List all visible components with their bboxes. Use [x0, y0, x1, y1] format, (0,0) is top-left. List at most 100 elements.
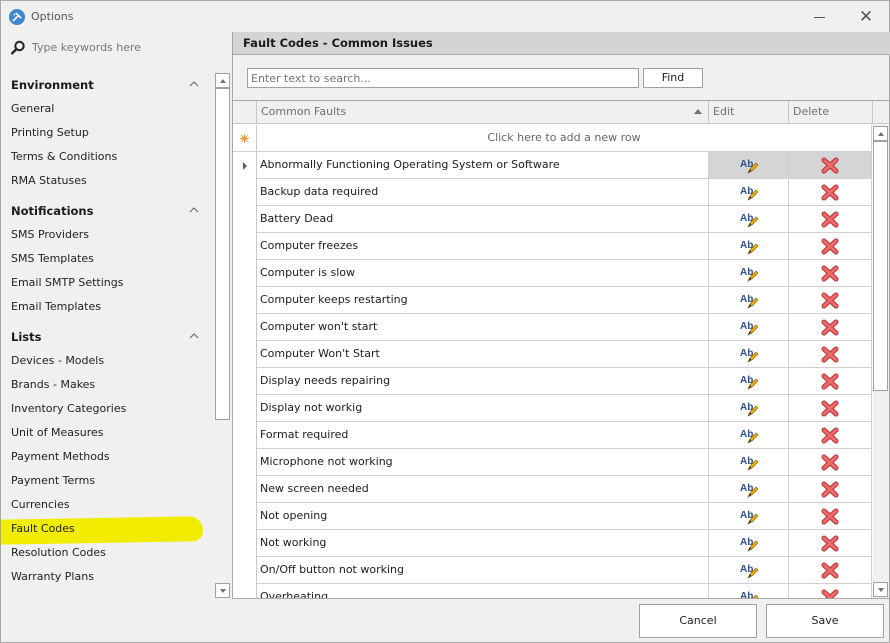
fault-name-cell[interactable]: Not working	[257, 530, 709, 557]
keyword-search[interactable]: Type keywords here	[10, 38, 210, 58]
nav-item-currencies[interactable]: Currencies	[1, 493, 211, 517]
delete-cell[interactable]	[789, 260, 872, 287]
delete-icon[interactable]	[821, 454, 839, 471]
nav-item-resolution-codes[interactable]: Resolution Codes	[1, 541, 211, 565]
new-row[interactable]: Click here to add a new row	[233, 125, 873, 152]
edit-icon[interactable]: Ab	[740, 589, 758, 598]
close-icon[interactable]: ✕	[856, 7, 876, 27]
edit-cell[interactable]: Ab	[709, 476, 789, 503]
delete-cell[interactable]	[789, 530, 872, 557]
table-row[interactable]: Abnormally Functioning Operating System …	[233, 152, 873, 179]
edit-cell[interactable]: Ab	[709, 530, 789, 557]
edit-cell[interactable]: Ab	[709, 341, 789, 368]
table-row[interactable]: Display needs repairing Ab	[233, 368, 873, 395]
edit-icon[interactable]: Ab	[740, 157, 758, 174]
nav-item-terms-conditions[interactable]: Terms & Conditions	[1, 145, 211, 169]
fault-name-cell[interactable]: Display not workig	[257, 395, 709, 422]
delete-cell[interactable]	[789, 503, 872, 530]
fault-name-cell[interactable]: Microphone not working	[257, 449, 709, 476]
fault-name-cell[interactable]: Computer won't start	[257, 314, 709, 341]
table-row[interactable]: New screen needed Ab	[233, 476, 873, 503]
delete-cell[interactable]	[789, 449, 872, 476]
delete-icon[interactable]	[821, 292, 839, 309]
edit-cell[interactable]: Ab	[709, 422, 789, 449]
delete-icon[interactable]	[821, 319, 839, 336]
delete-cell[interactable]	[789, 422, 872, 449]
table-row[interactable]: Display not workig Ab	[233, 395, 873, 422]
edit-icon[interactable]: Ab	[740, 346, 758, 363]
table-row[interactable]: Format required Ab	[233, 422, 873, 449]
edit-cell[interactable]: Ab	[709, 314, 789, 341]
table-row[interactable]: Computer won't start Ab	[233, 314, 873, 341]
edit-icon[interactable]: Ab	[740, 562, 758, 579]
edit-cell[interactable]: Ab	[709, 287, 789, 314]
table-row[interactable]: Microphone not working Ab	[233, 449, 873, 476]
chevron-up-icon[interactable]	[189, 205, 199, 215]
fault-name-cell[interactable]: On/Off button not working	[257, 557, 709, 584]
fault-name-cell[interactable]: Overheating	[257, 584, 709, 598]
fault-name-cell[interactable]: Backup data required	[257, 179, 709, 206]
scroll-down-button[interactable]	[215, 583, 230, 598]
delete-icon[interactable]	[821, 400, 839, 417]
scroll-thumb[interactable]	[873, 141, 888, 391]
nav-item-fault-codes[interactable]: Fault Codes	[1, 516, 211, 545]
scroll-down-button[interactable]	[873, 582, 888, 597]
nav-item-payment-methods[interactable]: Payment Methods	[1, 445, 211, 469]
edit-icon[interactable]: Ab	[740, 184, 758, 201]
nav-group-lists[interactable]: Lists	[1, 325, 211, 349]
delete-cell[interactable]	[789, 287, 872, 314]
table-row[interactable]: Computer keeps restarting Ab	[233, 287, 873, 314]
fault-name-cell[interactable]: Not opening	[257, 503, 709, 530]
edit-icon[interactable]: Ab	[740, 535, 758, 552]
delete-cell[interactable]	[789, 395, 872, 422]
delete-icon[interactable]	[821, 535, 839, 552]
sidebar-scrollbar[interactable]	[215, 73, 230, 599]
find-button[interactable]: Find	[643, 68, 703, 88]
edit-cell[interactable]: Ab	[709, 152, 789, 179]
delete-icon[interactable]	[821, 157, 839, 174]
column-header-delete[interactable]: Delete	[789, 101, 873, 124]
edit-cell[interactable]: Ab	[709, 233, 789, 260]
edit-cell[interactable]: Ab	[709, 503, 789, 530]
delete-cell[interactable]	[789, 557, 872, 584]
fault-name-cell[interactable]: Battery Dead	[257, 206, 709, 233]
edit-icon[interactable]: Ab	[740, 238, 758, 255]
table-row[interactable]: Computer is slow Ab	[233, 260, 873, 287]
delete-icon[interactable]	[821, 562, 839, 579]
nav-item-payment-terms[interactable]: Payment Terms	[1, 469, 211, 493]
delete-cell[interactable]	[789, 476, 872, 503]
delete-cell[interactable]	[789, 584, 872, 598]
fault-name-cell[interactable]: Display needs repairing	[257, 368, 709, 395]
chevron-up-icon[interactable]	[189, 331, 199, 341]
nav-group-notifications[interactable]: Notifications	[1, 199, 211, 223]
delete-cell[interactable]	[789, 314, 872, 341]
fault-name-cell[interactable]: Computer is slow	[257, 260, 709, 287]
table-row[interactable]: Computer Won't Start Ab	[233, 341, 873, 368]
table-row[interactable]: On/Off button not working Ab	[233, 557, 873, 584]
nav-group-environment[interactable]: Environment	[1, 73, 211, 97]
nav-item-sms-providers[interactable]: SMS Providers	[1, 223, 211, 247]
delete-icon[interactable]	[821, 265, 839, 282]
nav-item-printing-setup[interactable]: Printing Setup	[1, 121, 211, 145]
edit-cell[interactable]: Ab	[709, 206, 789, 233]
nav-item-warranty-plans[interactable]: Warranty Plans	[1, 565, 211, 589]
delete-cell[interactable]	[789, 206, 872, 233]
delete-cell[interactable]	[789, 152, 872, 179]
delete-icon[interactable]	[821, 211, 839, 228]
scroll-up-button[interactable]	[215, 73, 230, 88]
delete-icon[interactable]	[821, 427, 839, 444]
edit-cell[interactable]: Ab	[709, 557, 789, 584]
edit-icon[interactable]: Ab	[740, 400, 758, 417]
edit-icon[interactable]: Ab	[740, 265, 758, 282]
delete-cell[interactable]	[789, 341, 872, 368]
fault-name-cell[interactable]: New screen needed	[257, 476, 709, 503]
nav-item-email-smtp-settings[interactable]: Email SMTP Settings	[1, 271, 211, 295]
grid-search-input[interactable]	[247, 68, 639, 88]
scroll-thumb[interactable]	[215, 88, 230, 420]
delete-icon[interactable]	[821, 508, 839, 525]
delete-icon[interactable]	[821, 373, 839, 390]
nav-item-devices-models[interactable]: Devices - Models	[1, 349, 211, 373]
minimize-icon[interactable]	[811, 8, 829, 26]
delete-icon[interactable]	[821, 346, 839, 363]
table-row[interactable]: Not opening Ab	[233, 503, 873, 530]
